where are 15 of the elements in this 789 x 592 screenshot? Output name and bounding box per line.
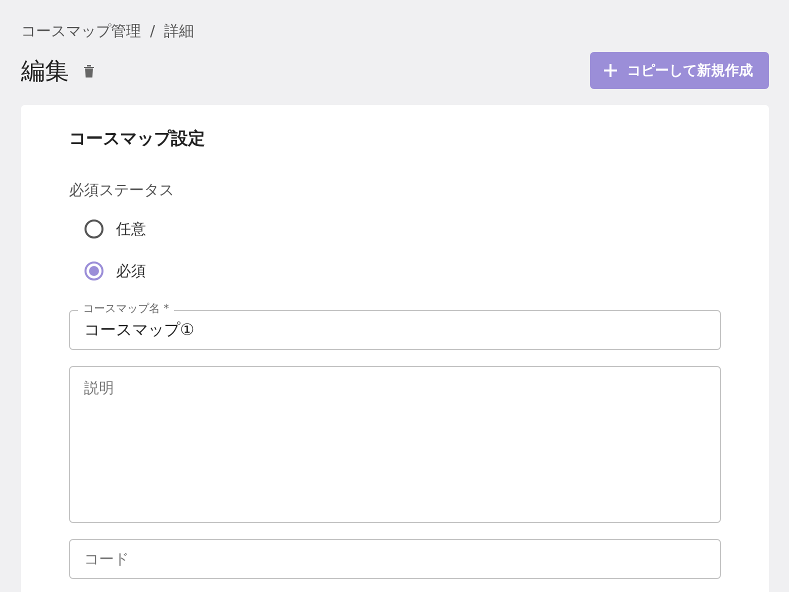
radio-group-label: 必須ステータス [69, 181, 175, 201]
breadcrumb-item[interactable]: コースマップ管理 [21, 22, 141, 40]
radio-button[interactable] [84, 261, 104, 281]
description-field[interactable]: 説明 [69, 366, 721, 523]
breadcrumb-item: 詳細 [164, 22, 194, 40]
field-label: コースマップ名 * [78, 302, 174, 316]
radio-label[interactable]: 任意 [116, 220, 146, 238]
code-field[interactable]: コード [69, 539, 721, 579]
breadcrumb-separator: / [150, 22, 156, 40]
radio-button[interactable] [84, 219, 104, 239]
plus-icon [604, 64, 617, 77]
trash-icon[interactable] [83, 64, 95, 78]
card-title: コースマップ設定 [69, 128, 206, 151]
page-title: 編集 [21, 56, 69, 86]
radio-label[interactable]: 必須 [116, 262, 146, 280]
